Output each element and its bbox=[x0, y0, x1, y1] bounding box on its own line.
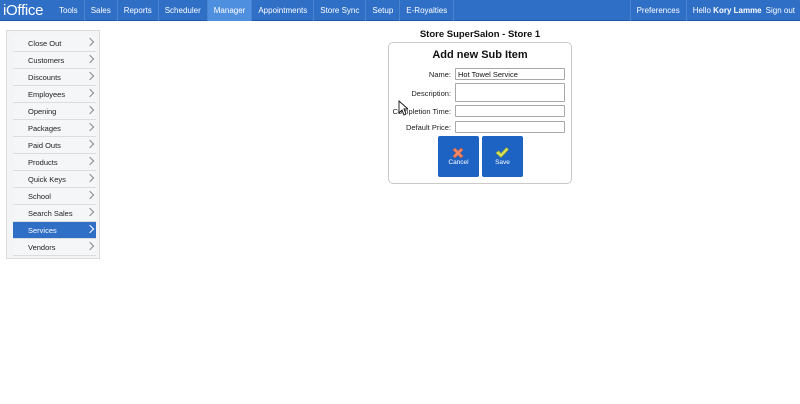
sidebar-item-label: Quick Keys bbox=[28, 175, 66, 184]
manager-sidebar: Close Out Customers Discounts Employees … bbox=[6, 30, 100, 259]
sidebar-item-label: Close Out bbox=[28, 39, 62, 48]
main-nav: Tools Sales Reports Scheduler Manager Ap… bbox=[53, 0, 455, 21]
chevron-right-icon bbox=[85, 139, 95, 149]
store-title: Store SuperSalon - Store 1 bbox=[419, 29, 541, 40]
user-nav: Preferences Hello Kory Lamme Sign out bbox=[629, 0, 796, 21]
chevron-right-icon bbox=[85, 207, 95, 217]
sidebar-list: Close Out Customers Discounts Employees … bbox=[13, 35, 96, 256]
nav-manager[interactable]: Manager bbox=[207, 0, 253, 21]
sidebar-item-label: Employees bbox=[28, 90, 66, 99]
save-button[interactable]: Save bbox=[482, 136, 523, 177]
chevron-right-icon bbox=[85, 88, 95, 98]
sidebar-item-paid-outs[interactable]: Paid Outs bbox=[13, 137, 96, 154]
nav-store-sync[interactable]: Store Sync bbox=[314, 0, 367, 21]
chevron-right-icon bbox=[85, 54, 95, 64]
greeting-text: Hello bbox=[692, 6, 711, 15]
nav-scheduler[interactable]: Scheduler bbox=[159, 0, 208, 21]
chevron-right-icon bbox=[85, 173, 95, 183]
chevron-right-icon bbox=[85, 37, 95, 47]
chevron-right-icon bbox=[85, 122, 95, 132]
mouse-cursor-icon bbox=[398, 100, 408, 116]
completion-time-input[interactable] bbox=[455, 105, 565, 117]
greeting: Hello Kory Lamme bbox=[687, 0, 766, 21]
default-price-input[interactable] bbox=[455, 121, 565, 133]
sidebar-item-label: School bbox=[28, 192, 51, 201]
cancel-button[interactable]: Cancel bbox=[438, 136, 479, 177]
sidebar-item-employees[interactable]: Employees bbox=[13, 86, 96, 103]
chevron-right-icon bbox=[85, 71, 95, 81]
chevron-right-icon bbox=[85, 156, 95, 166]
sidebar-item-customers[interactable]: Customers bbox=[13, 52, 96, 69]
description-textarea[interactable] bbox=[455, 83, 565, 102]
sidebar-item-quick-keys[interactable]: Quick Keys bbox=[13, 171, 96, 188]
chevron-right-icon bbox=[85, 224, 95, 234]
nav-reports[interactable]: Reports bbox=[118, 0, 159, 21]
sidebar-item-discounts[interactable]: Discounts bbox=[13, 69, 96, 86]
sidebar-item-products[interactable]: Products bbox=[13, 154, 96, 171]
form-title: Add new Sub Item bbox=[432, 49, 528, 61]
user-name: Kory Lamme bbox=[713, 6, 762, 15]
default-price-label: Default Price: bbox=[405, 123, 451, 132]
chevron-right-icon bbox=[85, 190, 95, 200]
checkmark-icon bbox=[495, 147, 509, 158]
sidebar-item-label: Services bbox=[28, 226, 57, 235]
name-label: Name: bbox=[428, 70, 451, 79]
sidebar-item-label: Products bbox=[28, 158, 58, 167]
sidebar-item-label: Packages bbox=[28, 124, 61, 133]
chevron-right-icon bbox=[85, 241, 95, 251]
save-label: Save bbox=[495, 159, 510, 166]
sidebar-item-packages[interactable]: Packages bbox=[13, 120, 96, 137]
nav-sales[interactable]: Sales bbox=[85, 0, 118, 21]
app-logo[interactable]: iOffice bbox=[3, 0, 43, 21]
sign-out-link[interactable]: Sign out bbox=[766, 0, 796, 21]
sidebar-item-close-out[interactable]: Close Out bbox=[13, 35, 96, 52]
sidebar-item-search-sales[interactable]: Search Sales bbox=[13, 205, 96, 222]
sidebar-item-label: Opening bbox=[28, 107, 57, 116]
sidebar-item-label: Customers bbox=[28, 56, 65, 65]
chevron-right-icon bbox=[85, 105, 95, 115]
preferences-link[interactable]: Preferences bbox=[629, 0, 687, 21]
nav-setup[interactable]: Setup bbox=[366, 0, 401, 21]
name-input[interactable] bbox=[455, 68, 565, 80]
sidebar-item-vendors[interactable]: Vendors bbox=[13, 239, 96, 256]
sidebar-item-services[interactable]: Services bbox=[13, 222, 96, 239]
nav-tools[interactable]: Tools bbox=[53, 0, 85, 21]
description-label: Description: bbox=[411, 89, 451, 98]
sidebar-item-school[interactable]: School bbox=[13, 188, 96, 205]
sidebar-item-label: Search Sales bbox=[28, 209, 73, 218]
top-navigation-bar: iOffice Tools Sales Reports Scheduler Ma… bbox=[0, 0, 800, 21]
add-sub-item-form: Add new Sub Item Name: Description: Comp… bbox=[388, 42, 572, 184]
nav-e-royalties[interactable]: E-Royalties bbox=[400, 0, 455, 21]
x-icon bbox=[452, 147, 464, 159]
sidebar-item-label: Discounts bbox=[28, 73, 61, 82]
sidebar-item-label: Vendors bbox=[28, 243, 56, 252]
sidebar-item-opening[interactable]: Opening bbox=[13, 103, 96, 120]
cancel-label: Cancel bbox=[448, 159, 469, 166]
sidebar-item-label: Paid Outs bbox=[28, 141, 61, 150]
nav-appointments[interactable]: Appointments bbox=[252, 0, 315, 21]
